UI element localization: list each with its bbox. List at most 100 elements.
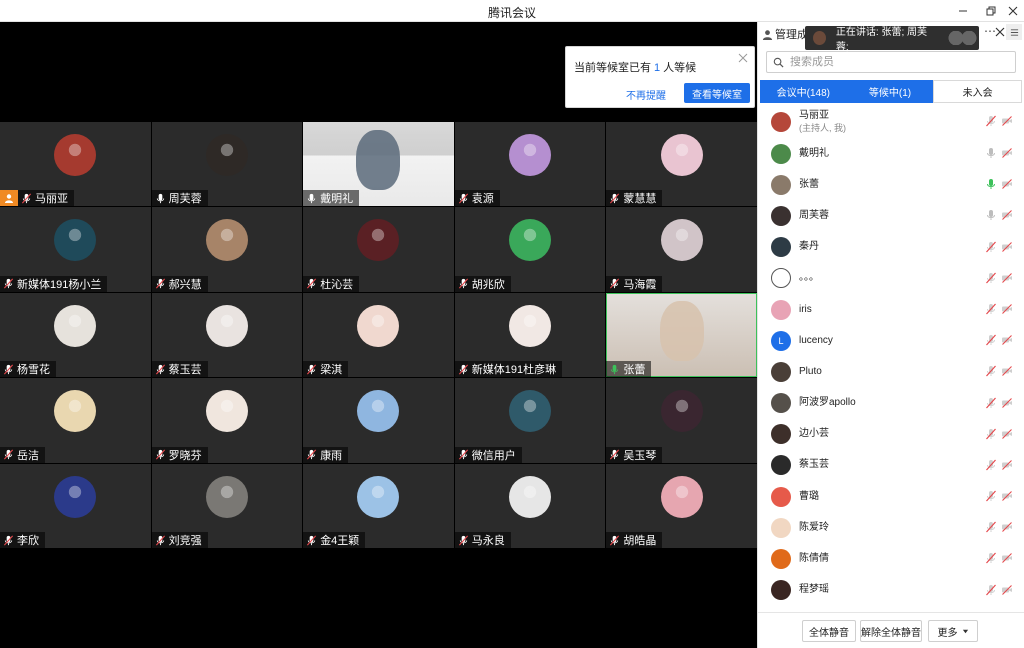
member-row[interactable]: 周芙蓉 (758, 200, 1024, 231)
participant-tile[interactable]: 蔡玉芸 (151, 292, 303, 378)
member-row[interactable]: iris (758, 294, 1024, 325)
mic-icon[interactable] (985, 147, 997, 159)
mic-icon[interactable] (985, 178, 997, 190)
video-area: 马丽亚 周芙蓉 戴明礼 袁源 蒙慧慧新媒体191杨小兰 郝兴慧 杜沁芸 胡兆欣 马海霞杨雪花 蔡玉… (0, 22, 757, 648)
camera-off-icon[interactable] (1001, 115, 1013, 127)
camera-off-icon[interactable] (1001, 147, 1013, 159)
member-row[interactable]: Pluto (758, 356, 1024, 387)
mic-muted-icon[interactable] (985, 428, 997, 440)
participant-tile[interactable]: 金4王颖 (303, 463, 454, 548)
participant-tile[interactable]: 刘竞强 (151, 463, 303, 548)
dont-remind-link[interactable]: 不再提醒 (626, 87, 666, 102)
member-row[interactable]: 蔡玉芸 (758, 450, 1024, 481)
participant-tile[interactable]: 新媒体191杜彦琳 (454, 292, 606, 378)
search-input[interactable] (790, 56, 1000, 68)
mic-muted-icon[interactable] (985, 365, 997, 377)
participant-tile[interactable]: 新媒体191杨小兰 (0, 207, 151, 292)
panel-menu-button[interactable] (1006, 24, 1022, 40)
unmute-all-button[interactable]: 解除全体静音 (860, 620, 922, 642)
mic-muted-icon[interactable] (985, 334, 997, 346)
participant-tile[interactable]: 马海霞 (606, 207, 757, 292)
member-row[interactable]: Llucency (758, 325, 1024, 356)
mic-muted-icon (155, 278, 165, 289)
participant-tile[interactable]: 郝兴慧 (151, 207, 303, 292)
tab-not-joined[interactable]: 未入会 (933, 80, 1023, 103)
camera-off-icon[interactable] (1001, 334, 1013, 346)
member-row[interactable]: 曹璐 (758, 481, 1024, 512)
more-button[interactable]: 更多 (928, 620, 978, 642)
participant-name: 梁淇 (320, 364, 343, 377)
participant-name: 袁源 (471, 193, 494, 206)
mic-muted-icon[interactable] (985, 241, 997, 253)
participant-tile[interactable]: 袁源 (454, 122, 606, 207)
waiting-count: 1 (654, 62, 661, 74)
more-label: 更多 (937, 627, 958, 639)
mic-muted-icon (610, 278, 620, 289)
camera-off-icon[interactable] (1001, 490, 1013, 502)
tab-in-meeting[interactable]: 会议中(148) (760, 80, 847, 103)
mic-muted-icon[interactable] (985, 303, 997, 315)
mute-all-button[interactable]: 全体静音 (802, 620, 856, 642)
participant-tile[interactable]: 罗晓芬 (151, 378, 303, 463)
participant-tile[interactable]: 吴玉琴 (606, 378, 757, 463)
close-icon[interactable] (995, 27, 1005, 37)
camera-off-icon[interactable] (1001, 365, 1013, 377)
member-row[interactable]: 边小芸 (758, 419, 1024, 450)
mic-icon[interactable] (985, 209, 997, 221)
camera-off-icon[interactable] (1001, 428, 1013, 440)
participant-tile[interactable]: 蒙慧慧 (606, 122, 757, 207)
mic-muted-icon[interactable] (985, 521, 997, 533)
participant-tile[interactable]: 马永良 (454, 463, 606, 548)
participant-tile[interactable]: 张蕾 (606, 292, 757, 378)
participant-tile[interactable]: 李欣 (0, 463, 151, 548)
participant-tile[interactable]: 梁淇 (303, 292, 454, 378)
mic-muted-icon[interactable] (985, 272, 997, 284)
participant-tile[interactable]: 马丽亚 (0, 122, 151, 207)
camera-off-icon[interactable] (1001, 397, 1013, 409)
participant-tile[interactable]: 胡皓晶 (606, 463, 757, 548)
camera-off-icon[interactable] (1001, 521, 1013, 533)
participant-tile[interactable]: 周芙蓉 (151, 122, 303, 207)
tab-waiting[interactable]: 等候中(1) (846, 80, 934, 103)
participant-tile[interactable]: 胡兆欣 (454, 207, 606, 292)
participant-tile[interactable]: 戴明礼 (303, 122, 454, 207)
camera-off-icon[interactable] (1001, 552, 1013, 564)
camera-off-icon[interactable] (1001, 272, 1013, 284)
mic-muted-icon[interactable] (985, 397, 997, 409)
member-row[interactable]: 秦丹 (758, 232, 1024, 263)
camera-off-icon[interactable] (1001, 303, 1013, 315)
member-row[interactable]: 程梦瑶 (758, 575, 1024, 606)
speaking-banner: 正在讲话: 张蕾; 周芙蓉; (805, 26, 980, 53)
member-row[interactable]: 马丽亚 (主持人, 我) (758, 106, 1024, 138)
member-row[interactable]: 张蕾 (758, 169, 1024, 200)
member-row[interactable]: 陈爱玲 (758, 512, 1024, 543)
view-waiting-room-button[interactable]: 查看等候室 (684, 83, 750, 103)
participant-label: 张蕾 (606, 361, 652, 378)
mic-muted-icon[interactable] (985, 459, 997, 471)
mic-muted-icon[interactable] (985, 490, 997, 502)
mic-muted-icon[interactable] (985, 115, 997, 127)
participant-tile[interactable]: 杜沁芸 (303, 207, 454, 292)
member-row[interactable]: 。。。 (758, 263, 1024, 294)
minimize-button[interactable] (950, 0, 976, 22)
camera-off-icon[interactable] (1001, 241, 1013, 253)
close-icon[interactable] (738, 53, 748, 63)
camera-off-icon[interactable] (1001, 178, 1013, 190)
avatar (205, 304, 248, 347)
member-list[interactable]: 马丽亚 (主持人, 我) 戴明礼 张蕾 周芙蓉 秦丹。。。 iris Llucency Plut… (758, 106, 1024, 612)
camera-off-icon[interactable] (1001, 459, 1013, 471)
close-window-button[interactable] (1000, 0, 1024, 22)
member-row[interactable]: 阿波罗apollo (758, 388, 1024, 419)
member-search[interactable] (766, 51, 1016, 73)
participant-tile[interactable]: 杨雪花 (0, 292, 151, 378)
mic-muted-icon (155, 449, 165, 460)
participant-tile[interactable]: 微信用户 (454, 378, 606, 463)
mic-muted-icon[interactable] (985, 552, 997, 564)
participant-tile[interactable]: 岳洁 (0, 378, 151, 463)
participant-tile[interactable]: 康雨 (303, 378, 454, 463)
member-row[interactable]: 陈倩倩 (758, 543, 1024, 574)
mic-muted-icon[interactable] (985, 584, 997, 596)
member-row[interactable]: 戴明礼 (758, 138, 1024, 169)
camera-off-icon[interactable] (1001, 584, 1013, 596)
camera-off-icon[interactable] (1001, 209, 1013, 221)
